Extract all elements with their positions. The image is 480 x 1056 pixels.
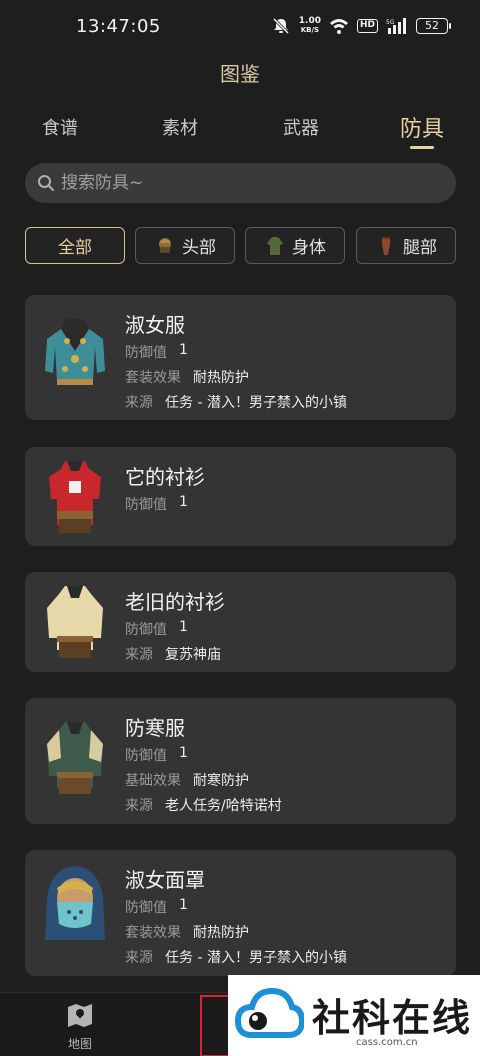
watermark: 社科在线 cass.com.cn (228, 975, 480, 1056)
armor-stat-row: 防御值 1 (125, 342, 188, 362)
row-label: 套装效果 (125, 925, 181, 941)
status-bar: 13:47:05 1.00 KB/S HD 5G 52 (0, 0, 480, 56)
armor-name: 它的衬衫 (125, 465, 205, 489)
armor-card[interactable]: 淑女面罩 防御值 1 套装效果 耐热防护 来源 任务 - 潜入！男子禁入的小镇 (25, 850, 456, 976)
row-label: 来源 (125, 647, 153, 663)
page-title: 图鉴 (220, 62, 260, 86)
row-value: 1 (179, 619, 188, 635)
armor-card[interactable]: 老旧的衬衫 防御值 1 来源 复苏神庙 (25, 572, 456, 672)
row-label: 防御值 (125, 345, 167, 361)
filter-all-label: 全部 (58, 238, 92, 258)
row-value: 耐热防护 (193, 370, 249, 386)
row-label: 防御值 (125, 497, 167, 513)
row-label: 防御值 (125, 748, 167, 764)
armor-stat-row: 来源 老人任务/哈特诺村 (125, 795, 282, 815)
armor-thumbnail (47, 586, 103, 658)
helmet-icon (159, 237, 171, 253)
row-value: 耐寒防护 (193, 773, 249, 789)
search-bar[interactable] (25, 163, 456, 203)
armor-card[interactable]: 淑女服 防御值 1 套装效果 耐热防护 来源 任务 - 潜入！男子禁入的小镇 (25, 295, 456, 420)
row-value: 1 (179, 494, 188, 510)
armor-thumbnail (45, 866, 105, 940)
armor-card[interactable]: 它的衬衫 防御值 1 (25, 447, 456, 546)
armor-stat-row: 来源 任务 - 潜入！男子禁入的小镇 (125, 392, 347, 412)
armor-name: 淑女面罩 (125, 868, 205, 892)
armor-thumbnail (47, 722, 103, 794)
filter-body[interactable]: 身体 (245, 227, 345, 264)
row-label: 防御值 (125, 622, 167, 638)
tab-weapons[interactable]: 武器 (261, 114, 341, 140)
tab-materials[interactable]: 素材 (140, 114, 220, 140)
armor-name: 老旧的衬衫 (125, 590, 225, 614)
row-value: 复苏神庙 (165, 647, 221, 663)
armor-stat-row: 套装效果 耐热防护 (125, 922, 249, 942)
row-label: 防御值 (125, 900, 167, 916)
hd-icon: HD (356, 19, 378, 33)
wifi-icon (329, 19, 348, 34)
row-label: 基础效果 (125, 773, 181, 789)
filter-head-label: 头部 (182, 238, 216, 258)
filter-head[interactable]: 头部 (135, 227, 235, 264)
filter-body-label: 身体 (292, 238, 326, 258)
armor-card[interactable]: 防寒服 防御值 1 基础效果 耐寒防护 来源 老人任务/哈特诺村 (25, 698, 456, 824)
tab-armor[interactable]: 防具 (382, 111, 462, 143)
tab-active-indicator (410, 146, 434, 149)
signal-label: 5G (386, 19, 395, 26)
category-tabs: 食谱 素材 武器 防具 (0, 108, 480, 156)
filter-all[interactable]: 全部 (25, 227, 125, 264)
row-value: 任务 - 潜入！男子禁入的小镇 (165, 395, 347, 411)
tab-recipes[interactable]: 食谱 (20, 114, 100, 140)
row-value: 1 (179, 897, 188, 913)
speed-value: 1.00 (298, 16, 321, 26)
filter-bar: 全部 头部 身体 腿部 (25, 227, 456, 265)
armor-stat-row: 来源 复苏神庙 (125, 644, 221, 664)
watermark-text: 社科在线 (312, 996, 473, 1040)
network-speed: 1.00 KB/S (299, 17, 321, 35)
filter-legs-label: 腿部 (403, 238, 437, 258)
armor-stat-row: 套装效果 耐热防护 (125, 367, 249, 387)
armor-name: 淑女服 (125, 313, 185, 337)
status-icons: 1.00 KB/S HD 5G 52 (271, 16, 451, 36)
signal-icon: 5G (386, 18, 406, 34)
row-value: 1 (179, 745, 188, 761)
mute-icon (272, 17, 289, 35)
status-time: 13:47:05 (76, 16, 161, 37)
armor-stat-row: 防御值 1 (125, 494, 188, 514)
armor-stat-row: 来源 任务 - 潜入！男子禁入的小镇 (125, 947, 347, 967)
filter-legs[interactable]: 腿部 (356, 227, 456, 264)
nav-map[interactable]: 地图 (56, 1001, 104, 1052)
tunic-icon (267, 236, 283, 255)
row-value: 耐热防护 (193, 925, 249, 941)
armor-stat-row: 防御值 1 (125, 897, 188, 917)
legs-icon (382, 236, 390, 255)
armor-thumbnail (49, 461, 101, 533)
row-value: 1 (179, 342, 188, 358)
nav-map-label: 地图 (67, 1037, 92, 1051)
watermark-url: cass.com.cn (356, 1037, 418, 1048)
row-value: 老人任务/哈特诺村 (165, 798, 282, 814)
row-label: 来源 (125, 798, 153, 814)
row-label: 来源 (125, 395, 153, 411)
cloud-logo-icon (234, 987, 304, 1038)
armor-stat-row: 防御值 1 (125, 619, 188, 639)
search-icon (38, 175, 54, 191)
armor-stat-row: 防御值 1 (125, 745, 188, 765)
row-label: 来源 (125, 950, 153, 966)
armor-name: 防寒服 (125, 716, 185, 740)
search-input[interactable] (61, 173, 421, 193)
row-value: 任务 - 潜入！男子禁入的小镇 (165, 950, 347, 966)
row-label: 套装效果 (125, 370, 181, 386)
armor-thumbnail (45, 319, 105, 385)
battery-icon: 52 (416, 18, 451, 34)
armor-stat-row: 基础效果 耐寒防护 (125, 770, 249, 790)
map-icon (68, 1004, 92, 1027)
speed-unit: KB/S (300, 26, 320, 34)
